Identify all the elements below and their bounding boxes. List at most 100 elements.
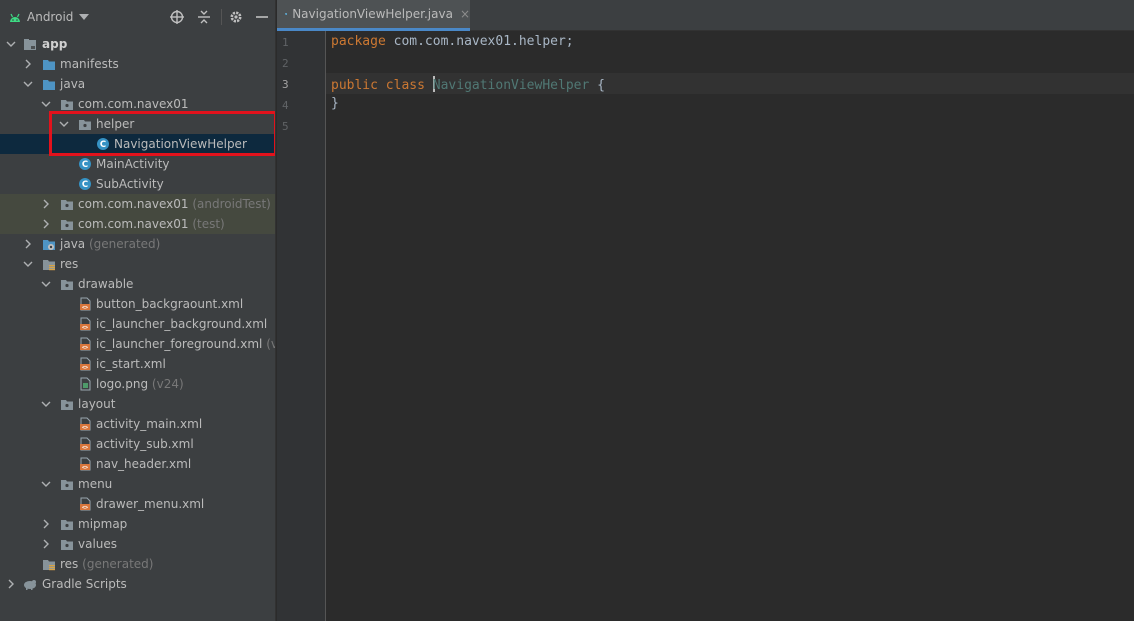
tree-item[interactable]: C SubActivity [0,174,275,194]
package-icon [60,97,74,111]
tree-item-label: drawable [78,277,133,291]
tree-item-name: app [42,37,68,51]
close-icon[interactable]: × [460,7,470,21]
class-icon: C [285,12,288,16]
tree-item-label: Gradle Scripts [42,577,127,591]
chevron-right-icon[interactable] [41,219,51,229]
chevron-down-icon[interactable] [6,39,16,49]
tree-item[interactable]: <> ic_start.xml [0,354,275,374]
code-line-1[interactable]: package com.com.navex01.helper; [331,34,574,49]
code-line-3[interactable]: public class NavigationViewHelper { [331,76,605,93]
keyword-class: class [385,78,425,93]
tree-item[interactable]: C MainActivity [0,154,275,174]
chevron-down-icon [79,14,90,20]
tree-item[interactable]: com.com.navex01 (test) [0,214,275,234]
xml-file-icon: <> [78,497,92,511]
tree-item[interactable]: <> nav_header.xml [0,454,275,474]
svg-text:C: C [82,180,88,190]
chevron-right-icon[interactable] [23,59,33,69]
tree-item-name: button_backgraount.xml [96,297,244,311]
chevron-down-icon[interactable] [41,99,51,109]
tree-item-suffix: (androidTest) [192,197,271,211]
chevron-down-icon[interactable] [41,399,51,409]
tree-item-label: ic_launcher_foreground.xml (v24) [96,337,275,351]
class-name: NavigationViewHelper [432,78,590,93]
line-number: 2 [282,57,289,70]
tree-item[interactable]: drawable [0,274,275,294]
keyword-package: package [331,34,386,49]
tree-item-label: helper [96,117,134,131]
tree-item[interactable]: menu [0,474,275,494]
chevron-down-icon[interactable] [41,279,51,289]
tree-item[interactable]: app [0,34,275,54]
chevron-right-icon[interactable] [41,519,51,529]
tree-item[interactable]: <> drawer_menu.xml [0,494,275,514]
minimize-icon[interactable] [255,10,269,24]
project-panel: Android app manifests java com.com.navex01 h… [0,0,276,621]
tree-item-name: res [60,557,79,571]
tree-item-name: manifests [60,57,119,71]
line-number: 5 [282,120,289,133]
tree-item-name: layout [78,397,116,411]
tree-item-name: ic_launcher_background.xml [96,317,268,331]
code-line-4[interactable]: } [331,96,339,111]
chevron-right-icon[interactable] [23,239,33,249]
gear-icon[interactable] [229,10,243,24]
tree-item-suffix: (v24) [266,337,275,351]
tree-item-label: drawer_menu.xml [96,497,204,511]
tree-item[interactable]: <> button_backgraount.xml [0,294,275,314]
chevron-down-icon[interactable] [59,119,69,129]
tree-item-label: logo.png (v24) [96,377,184,391]
open-brace: { [589,78,605,93]
tree-item-name: com.com.navex01 [78,217,189,231]
tree-item[interactable]: java (generated) [0,234,275,254]
tree-item[interactable]: <> activity_sub.xml [0,434,275,454]
svg-text:<>: <> [82,425,88,431]
tree-item[interactable]: com.com.navex01 (androidTest) [0,194,275,214]
svg-text:C: C [100,140,106,150]
tab-navigation-view-helper[interactable]: C NavigationViewHelper.java × [277,0,470,31]
code-editor[interactable]: C NavigationViewHelper.java × 1 2 3 4 5 … [277,0,1134,621]
folder-icon [42,77,56,91]
svg-text:<>: <> [82,325,88,331]
tree-item[interactable]: <> activity_main.xml [0,414,275,434]
tree-item[interactable]: mipmap [0,514,275,534]
tree-item-name: mipmap [78,517,128,531]
folder-icon [42,57,56,71]
tree-item[interactable]: manifests [0,54,275,74]
chevron-down-icon[interactable] [23,259,33,269]
tree-item[interactable]: values [0,534,275,554]
tree-item[interactable]: helper [0,114,275,134]
tree-item[interactable]: res [0,254,275,274]
tree-item-suffix: (generated) [88,237,161,251]
line-number: 1 [282,36,289,49]
tree-item-name: drawable [78,277,134,291]
svg-text:<>: <> [82,505,88,511]
tree-item-label: app [42,37,67,51]
chevron-right-icon[interactable] [41,539,51,549]
locate-icon[interactable] [170,10,184,24]
chevron-right-icon[interactable] [41,199,51,209]
chevron-down-icon[interactable] [23,79,33,89]
line-number-gutter: 1 2 3 4 5 [277,31,326,621]
tree-item[interactable]: res (generated) [0,554,275,574]
tree-item[interactable]: Gradle Scripts [0,574,275,594]
tree-item-suffix: (test) [192,217,225,231]
chevron-down-icon[interactable] [41,479,51,489]
tree-item[interactable]: logo.png (v24) [0,374,275,394]
xml-file-icon: <> [78,357,92,371]
tree-item[interactable]: <> ic_launcher_foreground.xml (v24) [0,334,275,354]
package-icon [60,197,74,211]
xml-file-icon: <> [78,297,92,311]
collapse-all-icon[interactable] [197,10,211,24]
tree-item[interactable]: C NavigationViewHelper [0,134,275,154]
tree-item[interactable]: java [0,74,275,94]
tree-item-name: drawer_menu.xml [96,497,205,511]
keyword-public: public [331,78,378,93]
tree-item[interactable]: layout [0,394,275,414]
chevron-right-icon[interactable] [6,579,16,589]
tree-item-name: MainActivity [96,157,170,171]
tree-item[interactable]: <> ic_launcher_background.xml [0,314,275,334]
tree-item-label: SubActivity [96,177,164,191]
tree-item[interactable]: com.com.navex01 [0,94,275,114]
